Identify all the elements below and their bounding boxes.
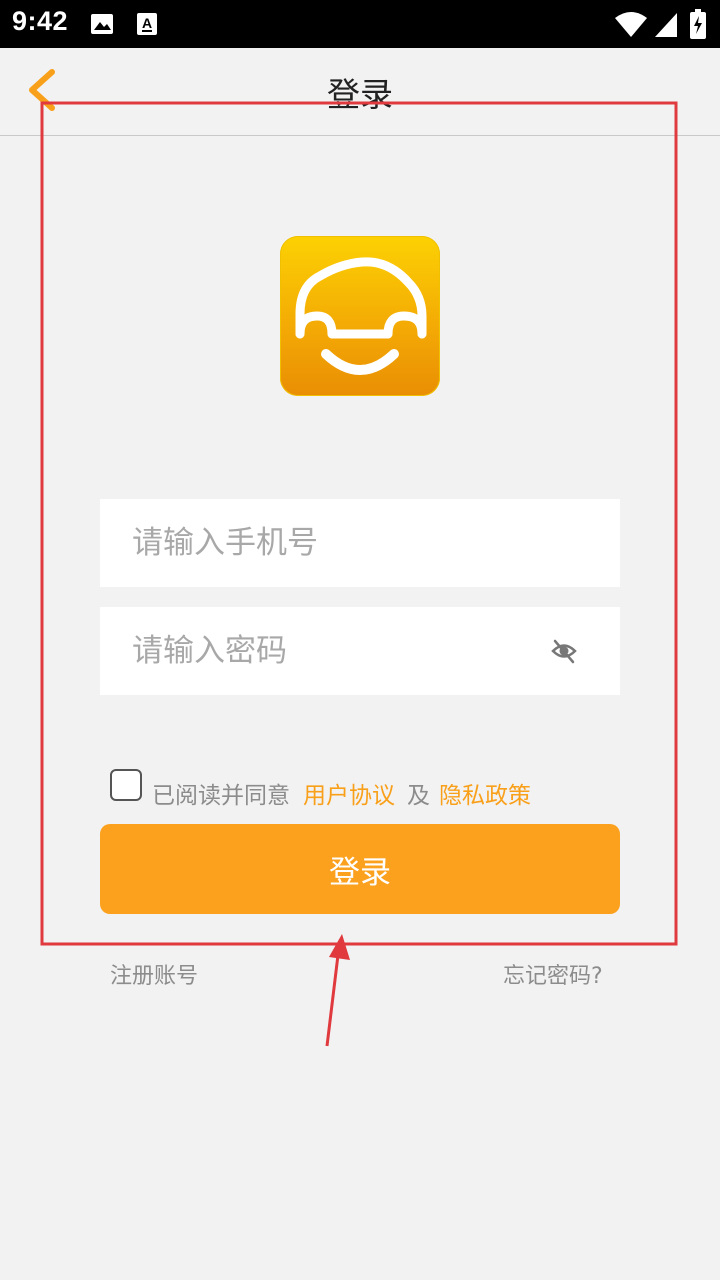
login-button[interactable]: 登录 (100, 824, 620, 914)
image-icon (90, 13, 114, 39)
privacy-policy-link[interactable]: 隐私政策 (439, 776, 531, 810)
battery-icon (690, 9, 706, 43)
page-title: 登录 (327, 75, 393, 114)
agreement-checkbox[interactable] (110, 769, 142, 801)
phone-input[interactable] (132, 499, 532, 587)
user-agreement-link[interactable]: 用户协议 (303, 776, 395, 810)
app-logo (280, 236, 440, 396)
register-link[interactable]: 注册账号 (110, 958, 198, 990)
agreement-row: 已阅读并同意 用户协议 及 隐私政策 (110, 768, 610, 810)
agreement-conjunction: 及 (407, 783, 430, 809)
password-field (100, 607, 620, 695)
wifi-icon (614, 12, 648, 42)
status-time: 9:42 (12, 6, 69, 36)
password-input[interactable] (132, 607, 532, 695)
phone-field (100, 499, 620, 587)
svg-text:A: A (142, 15, 152, 31)
eye-off-icon (551, 639, 577, 664)
annotation-arrow (325, 954, 340, 1047)
font-icon: A (136, 12, 158, 40)
forgot-password-link[interactable]: 忘记密码? (503, 958, 603, 990)
password-visibility-toggle[interactable] (550, 637, 578, 665)
header-bar: 登录 (0, 48, 720, 136)
signal-icon (654, 12, 678, 42)
agreement-prefix: 已阅读并同意 (152, 783, 290, 809)
status-bar: 9:42 A (0, 0, 720, 48)
